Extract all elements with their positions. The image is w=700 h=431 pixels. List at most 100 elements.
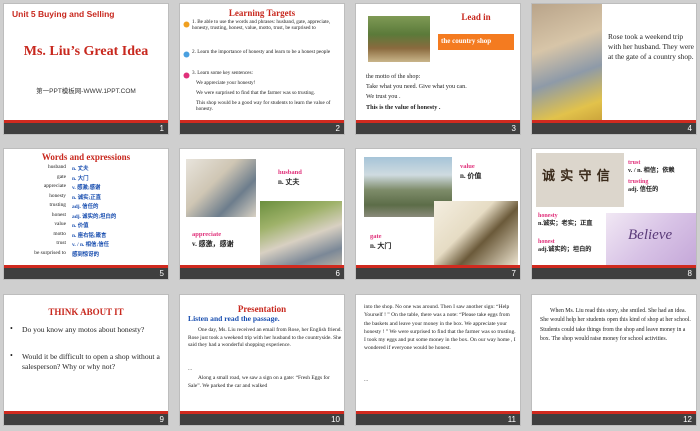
slide-title: Words and expressions — [41, 152, 131, 162]
word-row: trusting adj. 信任的 — [49, 202, 99, 210]
vocab-meaning: v. / n. 相信；依赖 — [628, 167, 675, 174]
vocab-meaning: n. 价值 — [460, 172, 482, 180]
passage-text: When Ms. Liu read this story, she smiled… — [540, 308, 691, 343]
passage-text: One day, Ms. Liu received an email from … — [188, 327, 342, 349]
word-row: gate n. 大门 — [57, 173, 89, 182]
slide-title: Learning Targets — [228, 8, 296, 18]
target-item: This shop would be a good way for studen… — [196, 100, 331, 112]
slide-footer-bar: 6 — [180, 265, 344, 279]
vocab-word: trust — [628, 160, 641, 166]
vocab-meaning: n. 大门 — [370, 242, 392, 250]
unit-label: Unit 5 Buying and Selling — [12, 9, 115, 19]
footer-text: 第一PPT模板网-WWW.1PPT.COM — [36, 88, 136, 95]
slide-footer-bar: 11 — [356, 411, 520, 425]
slide-footer-bar: 8 — [532, 265, 696, 279]
slide-thumbnail-7[interactable]: value n. 价值 gate n. 大门 7 — [355, 148, 521, 280]
slide-number: 10 — [331, 415, 340, 424]
slide-number: 11 — [507, 415, 516, 424]
slide-thumbnail-5[interactable]: Words and expressions husband n. 丈夫 gate n… — [3, 148, 169, 280]
vocab-meaning: adj.诚实的；坦白的 — [538, 246, 592, 253]
bullet-flower-icon — [183, 21, 190, 28]
word-list: husband n. 丈夫 gate n. 大门 appreciate v. 感激;感… — [8, 164, 166, 259]
vocab-word: trusting — [628, 179, 649, 185]
slide-footer-bar: 9 — [4, 411, 168, 425]
country-shop-photo — [368, 16, 430, 62]
motto-line: the motto of the shop: — [366, 73, 421, 80]
slide-number: 4 — [687, 124, 692, 133]
passage-text: Along a small road, we saw a sign on a g… — [188, 375, 330, 389]
target-item: 2. Learn the importance of honesty and l… — [192, 49, 331, 55]
target-item: We appreciate your honesty! — [196, 80, 256, 86]
honesty-calligraphy-image: 诚 实 守 信 — [536, 153, 624, 207]
slide-thumbnail-11[interactable]: into the shop. No one was around. Then I… — [355, 294, 521, 426]
bullet-dot: • — [10, 351, 13, 360]
vocab-word: husband — [278, 169, 302, 176]
slide-thumbnail-6[interactable]: husband n. 丈夫 appreciate v. 感激，感谢 6 — [179, 148, 345, 280]
slide-number: 12 — [683, 415, 692, 424]
slide-footer-bar: 5 — [4, 265, 168, 279]
slide-footer-bar: 2 — [180, 120, 344, 134]
calligraphy-text: 诚 实 守 信 — [542, 168, 611, 183]
slide-thumbnail-10[interactable]: Presentation Listen and read the passage… — [179, 294, 345, 426]
slide-title: THINK ABOUT IT — [48, 307, 124, 317]
slide-thumbnail-1[interactable]: Unit 5 Buying and Selling Ms. Liu’s Grea… — [3, 3, 169, 135]
slide-thumbnail-2[interactable]: Learning Targets 1. Be able to use the w… — [179, 3, 345, 135]
slide-number: 3 — [511, 124, 516, 133]
slide-footer-bar: 4 — [532, 120, 696, 134]
target-item: We were surprised to find that the farme… — [196, 90, 316, 96]
slide-number: 7 — [511, 269, 516, 278]
word-row: honesty n. 诚实;正直 — [49, 192, 102, 201]
vocab-word: appreciate — [192, 231, 222, 238]
word-row: trust v. / n. 相信;信任 — [56, 240, 109, 248]
vocab-meaning: adj. 信任的 — [628, 186, 659, 193]
motto-line: We trust you . — [366, 93, 401, 100]
couple-photo — [532, 4, 602, 122]
slide-number: 9 — [159, 415, 164, 424]
slide-number: 5 — [159, 269, 164, 278]
slide-number: 2 — [335, 124, 340, 133]
word-row: value n. 价值 — [54, 221, 89, 229]
believe-text: Believe — [628, 227, 673, 243]
believe-image: Believe — [606, 213, 696, 269]
subtitle: Listen and read the passage. — [188, 314, 280, 323]
slide-thumbnail-3[interactable]: Lead in the country shop the motto of th… — [355, 3, 521, 135]
slide-footer-bar: 1 — [4, 120, 168, 134]
word-row: be surprised to 感到惊讶的 — [34, 249, 99, 258]
slide-footer-bar: 12 — [532, 411, 696, 425]
slide-number: 1 — [159, 124, 164, 133]
vocab-word: honesty — [538, 213, 558, 219]
target-item: 1. Be able to use the words and phrases:… — [192, 19, 331, 31]
vocab-word: honest — [538, 239, 555, 245]
vocab-meaning: v. 感激，感谢 — [192, 240, 234, 248]
vocab-meaning: n. 丈夫 — [278, 178, 300, 186]
elderly-couple-photo — [260, 201, 342, 267]
passage-text: ... — [364, 377, 369, 383]
vocab-word: gate — [370, 233, 382, 240]
question-text: Would it be difficult to open a shop wit… — [22, 352, 160, 372]
lead-in-banner: the country shop — [438, 34, 514, 50]
value-calligraphy-image — [434, 201, 518, 267]
slide-thumbnail-4[interactable]: Rose took a weekend trip with her husban… — [531, 3, 697, 135]
question-text: Do you know any motos about honesty? — [22, 325, 145, 334]
passage-text: into the shop. No one was around. Then I… — [364, 304, 516, 352]
bullet-dot: • — [10, 324, 13, 333]
slide-title: Ms. Liu’s Great Idea — [23, 44, 149, 59]
slide-thumbnail-12[interactable]: When Ms. Liu read this story, she smiled… — [531, 294, 697, 426]
doctor-photo — [186, 159, 256, 217]
slide-title: Presentation — [237, 304, 287, 314]
bullet-flower-icon — [183, 51, 190, 58]
motto-line: Take what you need. Give what you can. — [366, 83, 467, 90]
slide-footer-bar: 3 — [356, 120, 520, 134]
word-row: motto n. 座右铭;箴言 — [53, 230, 107, 239]
target-item: 3. Learn some key sentences: — [192, 70, 253, 76]
bullet-flower-icon — [183, 72, 190, 79]
word-row: appreciate v. 感激;感谢 — [43, 183, 101, 191]
passage-text: ... — [188, 366, 193, 372]
slide-footer-bar: 10 — [180, 411, 344, 425]
slide-number: 8 — [687, 269, 692, 278]
word-row: honest adj. 诚实的;坦白的 — [51, 211, 117, 220]
slide-thumbnail-9[interactable]: THINK ABOUT IT • Do you know any motos a… — [3, 294, 169, 426]
slide-thumbnail-8[interactable]: 诚 实 守 信 Believe trust v. / n. 相信；依赖 trus… — [531, 148, 697, 280]
slide-footer-bar: 7 — [356, 265, 520, 279]
motto-line: This is the value of honesty . — [366, 104, 441, 111]
